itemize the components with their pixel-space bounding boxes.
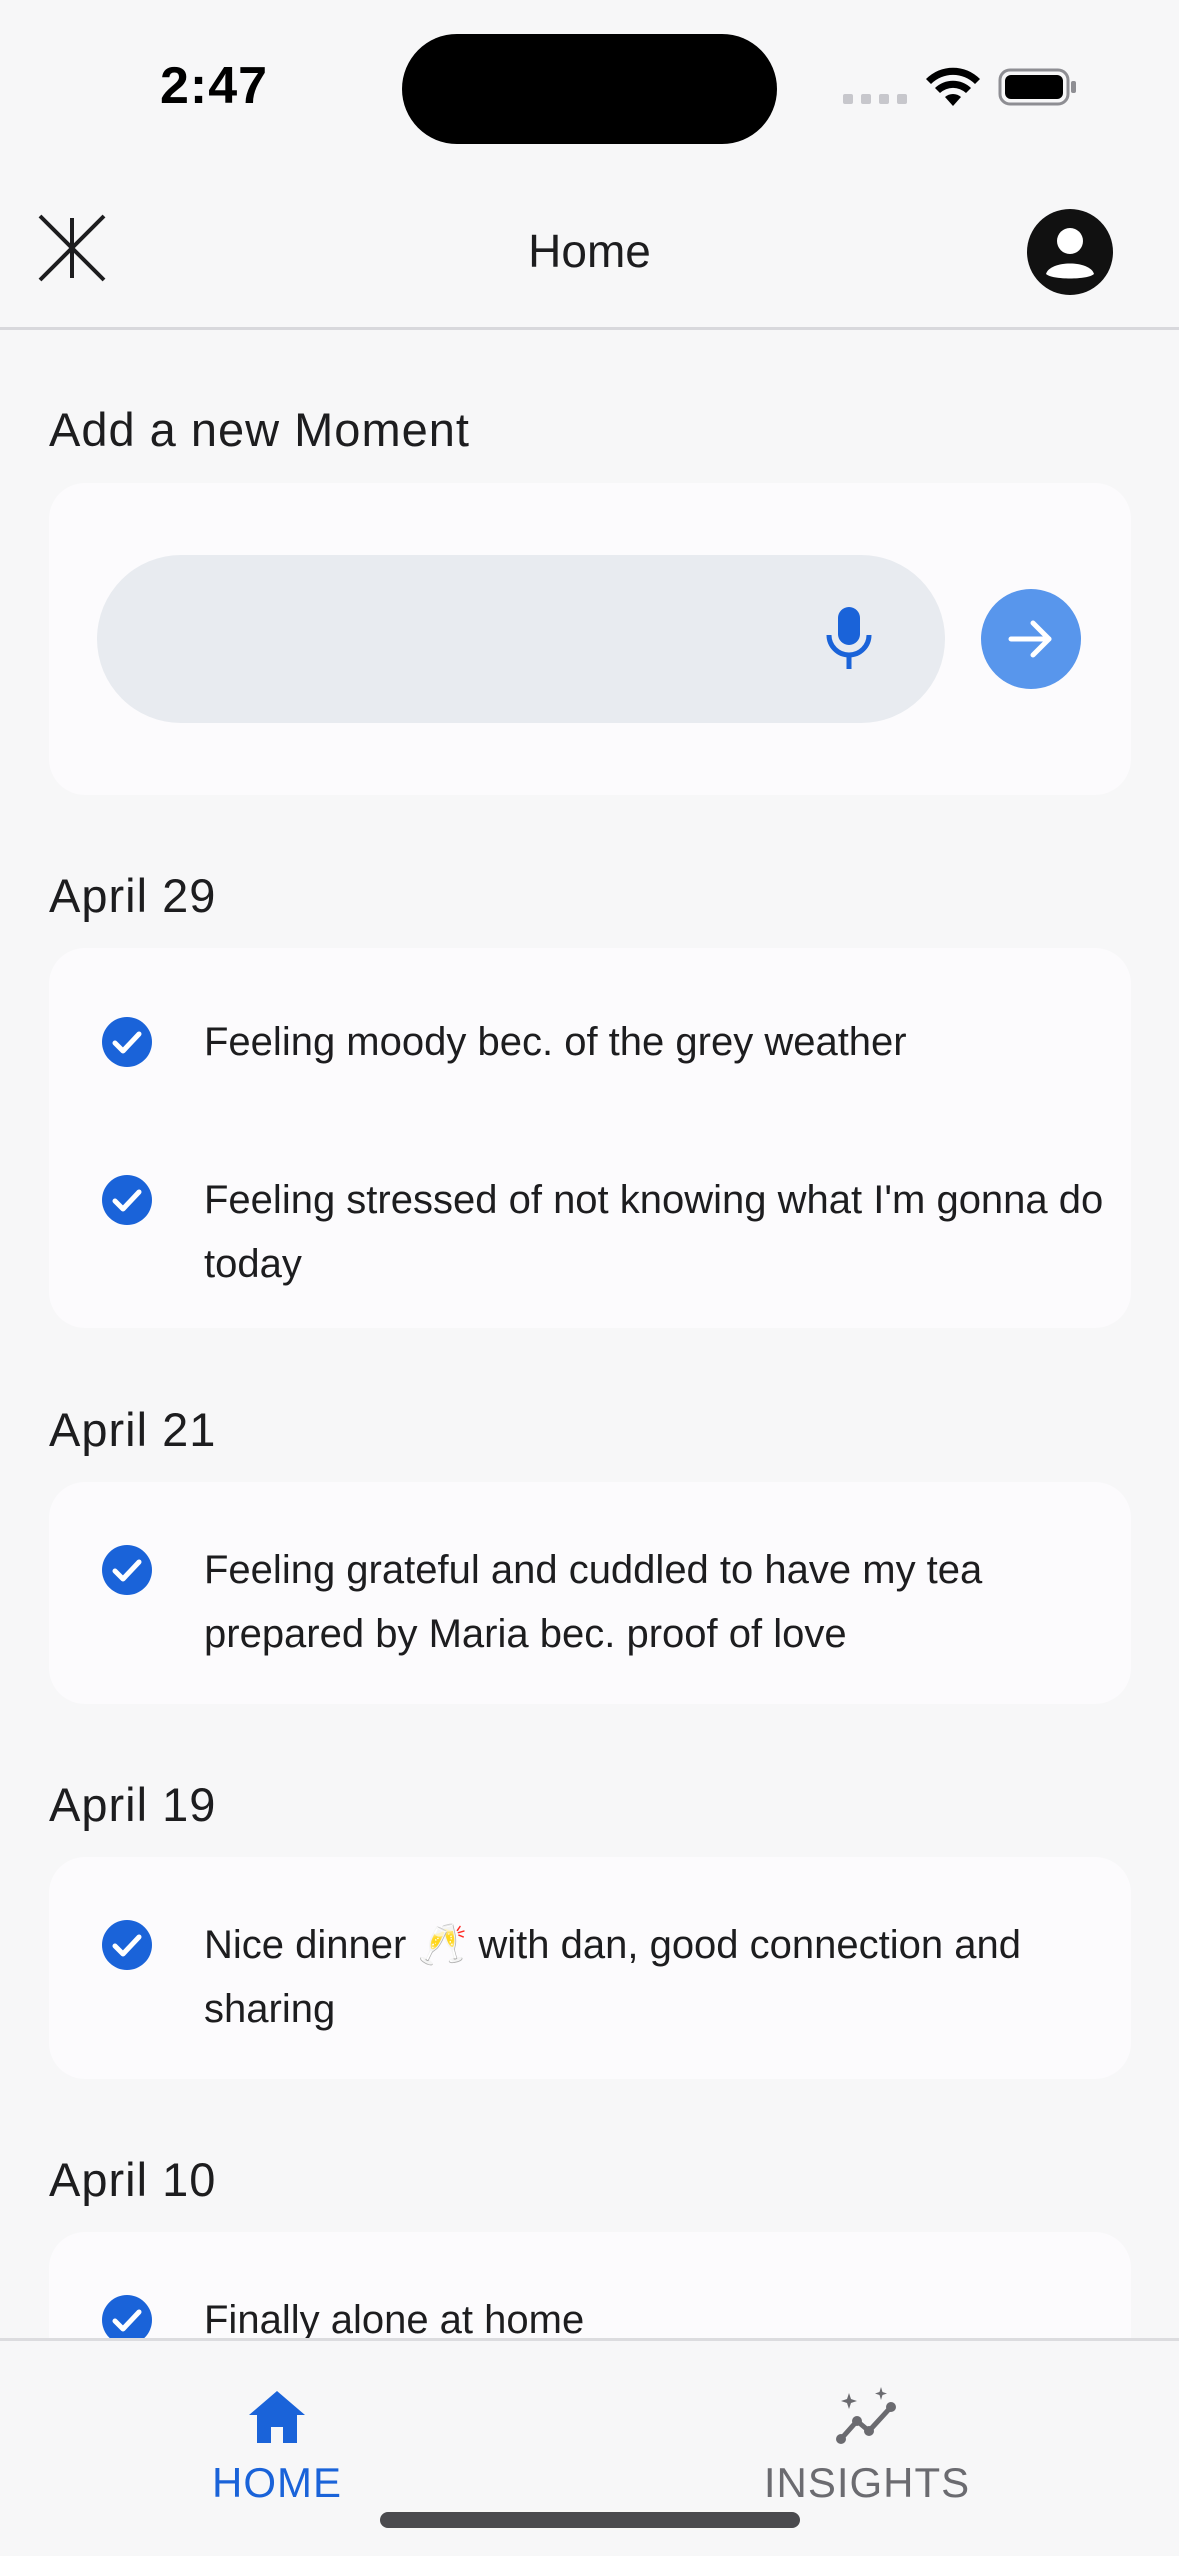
cellular-signal-icon [843,94,907,104]
tab-home[interactable]: HOME [77,2341,477,2541]
check-circle-icon[interactable] [101,1016,153,1068]
date-heading: April 21 [49,1403,217,1456]
tab-insights-label: INSIGHTS [763,2459,971,2506]
dynamic-island [402,34,777,144]
moment-text: Nice dinner 🥂 with dan, good connection … [204,1923,1021,2031]
status-time: 2:47 [160,57,269,115]
battery-icon [998,68,1076,106]
moment-text: Feeling moody bec. of the grey weather [204,1020,907,1064]
date-heading: April 29 [49,869,217,922]
tab-home-label: HOME [212,2459,342,2506]
date-heading: April 10 [49,2153,217,2206]
wifi-icon [926,67,980,106]
moments-card: Nice dinner 🥂 with dan, good connection … [49,1857,1131,2079]
microphone-icon[interactable] [821,605,877,675]
moment-input[interactable] [97,555,945,723]
home-indicator[interactable] [380,2512,800,2528]
moment-text: Feeling grateful and cuddled to have my … [204,1548,983,1656]
composer-card [49,483,1131,795]
status-bar: 2:47 [0,0,1179,170]
home-icon [249,2391,305,2443]
check-circle-icon[interactable] [101,1919,153,1971]
moments-card: Feeling moody bec. of the grey weather F… [49,948,1131,1328]
date-heading: April 19 [49,1778,217,1831]
check-circle-icon[interactable] [101,1544,153,1596]
app-header: Home [0,170,1179,330]
check-circle-icon[interactable] [101,1174,153,1226]
account-icon[interactable] [1026,208,1114,296]
page-title: Home [528,225,651,277]
arrow-right-icon [1008,620,1052,658]
add-moment-heading: Add a new Moment [49,403,470,456]
tab-insights[interactable]: INSIGHTS [667,2341,1067,2541]
moment-text: Feeling stressed of not knowing what I'm… [204,1178,1104,1286]
moments-card: Feeling grateful and cuddled to have my … [49,1482,1131,1704]
send-button[interactable] [981,589,1081,689]
insights-chart-icon [836,2387,896,2444]
